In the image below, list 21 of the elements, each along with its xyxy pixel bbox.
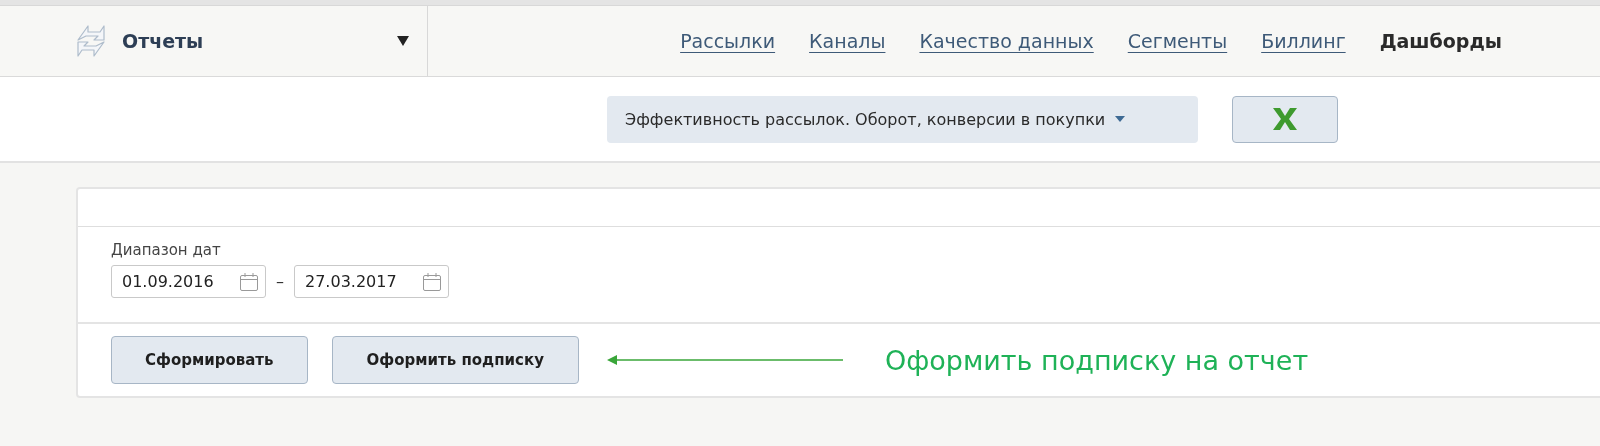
- annotation-text: Оформить подписку на отчет: [884, 344, 1309, 376]
- nav-link[interactable]: Каналы: [809, 30, 886, 52]
- report-select[interactable]: Эффективность рассылок. Оборот, конверсии в покупки: [607, 95, 1198, 143]
- nav-link[interactable]: Дашборды: [1379, 30, 1502, 52]
- date-field[interactable]: 01.09.2016: [111, 265, 266, 298]
- calendar-icon[interactable]: [239, 271, 259, 292]
- date-field[interactable]: 27.03.2017: [294, 265, 449, 298]
- generate-button[interactable]: Сформировать: [111, 336, 308, 384]
- nav-link[interactable]: Биллинг: [1261, 30, 1346, 52]
- caret-icon: [1115, 116, 1126, 122]
- dropdown-caret-icon[interactable]: [397, 36, 409, 46]
- field-label: Диапазон дат: [111, 241, 222, 259]
- range-separator: –: [276, 272, 284, 291]
- subscribe-button[interactable]: Оформить подписку: [331, 336, 579, 384]
- nav-link[interactable]: Сегменты: [1127, 30, 1228, 52]
- calendar-icon[interactable]: [422, 271, 442, 292]
- nav-link[interactable]: Рассылки: [680, 30, 776, 52]
- excel-export-button[interactable]: [1232, 95, 1338, 143]
- section-title: Отчеты: [122, 30, 205, 52]
- excel-icon: [1272, 107, 1298, 131]
- nav-link[interactable]: Качество данных: [919, 30, 1094, 52]
